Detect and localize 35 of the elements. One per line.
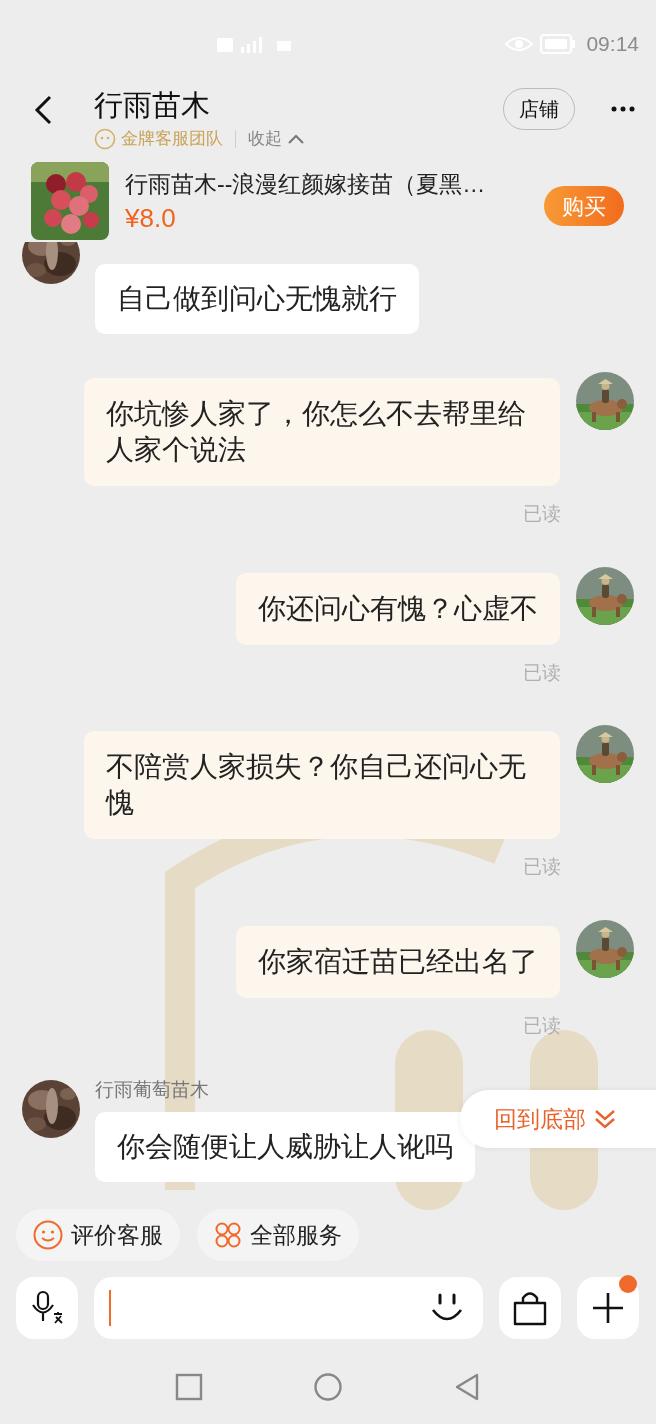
- read-status: 已读: [523, 855, 561, 879]
- microphone-icon: [29, 1290, 65, 1326]
- message-bubble: 你还问心有愧？心虚不: [236, 572, 560, 645]
- product-price: ¥8.0: [125, 203, 177, 233]
- plus-button[interactable]: [577, 1277, 639, 1339]
- chevron-up-icon: [288, 133, 304, 144]
- square-nav-icon[interactable]: [175, 1373, 203, 1401]
- back-nav-icon[interactable]: [453, 1372, 481, 1402]
- smiley-icon: [33, 1220, 63, 1250]
- quick-action-button[interactable]: 全部服务: [197, 1209, 359, 1261]
- smiley-icon: [94, 127, 116, 150]
- product-title: 行雨苗木--浪漫红颜嫁接苗（夏黑…: [125, 170, 486, 199]
- shopping-bag-icon: [511, 1289, 549, 1327]
- back-icon[interactable]: [33, 95, 53, 125]
- read-status: 已读: [523, 1013, 561, 1038]
- home-icon[interactable]: [313, 1372, 343, 1402]
- message-bubble: 你会随便让人威胁让人讹吗: [95, 1112, 475, 1182]
- message-bubble: 你家宿迁苗已经出名了: [236, 925, 560, 998]
- plus-icon: [592, 1292, 624, 1324]
- message-bubble: 你坑惨人家了，你怎么不去帮里给人家个说法: [84, 378, 560, 486]
- voice-button[interactable]: [16, 1277, 78, 1339]
- sender-name: 行雨葡萄苗木: [95, 1078, 210, 1102]
- read-status: 已读: [523, 502, 561, 526]
- message-bubble: 不陪赏人家损失？你自己还问心无愧: [84, 731, 560, 839]
- message-input[interactable]: [94, 1277, 483, 1339]
- more-icon[interactable]: [611, 106, 635, 112]
- message-bubble: 自己做到问心无愧就行: [95, 264, 419, 334]
- four-circles-icon: [214, 1221, 242, 1249]
- status-time: 09:14: [586, 31, 639, 58]
- quick-action-button[interactable]: 评价客服: [16, 1209, 180, 1261]
- service-team-label: 金牌客服团队: [121, 128, 223, 150]
- shopping-bag-button[interactable]: [499, 1277, 561, 1339]
- read-status: 已读: [523, 660, 561, 685]
- double-chevron-down-icon: [594, 1108, 616, 1130]
- chat-title: 行雨苗木: [94, 88, 211, 122]
